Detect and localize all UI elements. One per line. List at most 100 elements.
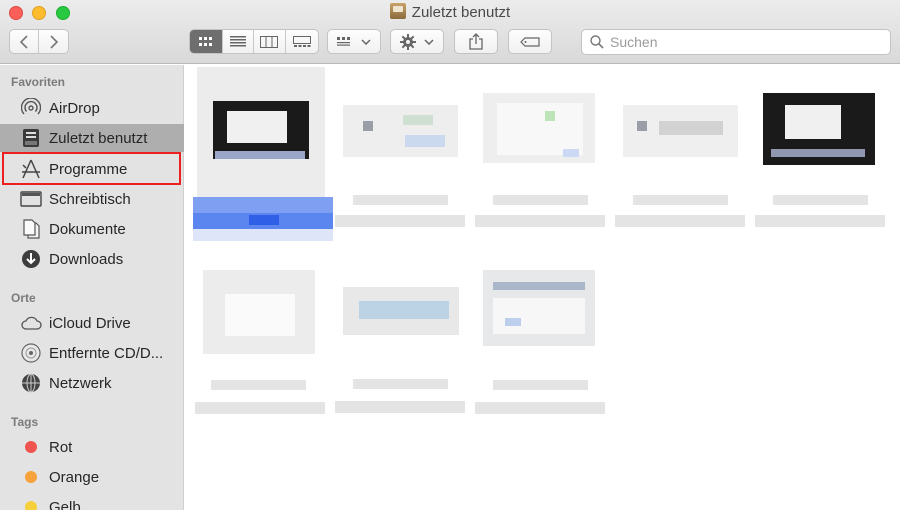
file-item[interactable] <box>475 93 605 245</box>
sidebar-item-label: Rot <box>49 438 73 456</box>
list-view-icon <box>229 36 246 47</box>
file-item[interactable] <box>335 287 465 421</box>
file-name-label <box>633 195 728 205</box>
file-thumbnail-preview <box>637 121 647 131</box>
navigation-group <box>9 29 69 54</box>
column-view-icon <box>260 35 279 48</box>
titlebar: Zuletzt benutzt <box>0 0 900 64</box>
sidebar-item-documents[interactable]: Dokumente <box>0 215 184 243</box>
document-icon <box>20 218 42 240</box>
icon-view-icon <box>198 36 212 46</box>
section-title-locations: Orte <box>11 291 36 305</box>
network-icon <box>20 372 42 394</box>
forward-button[interactable] <box>39 30 68 53</box>
file-item[interactable] <box>195 270 325 420</box>
file-date-label <box>335 215 465 227</box>
file-name-label <box>211 380 306 390</box>
tag-button[interactable] <box>508 29 552 54</box>
sidebar-item-recents[interactable]: Zuletzt benutzt <box>0 124 184 152</box>
file-date-label <box>615 215 745 227</box>
sidebar-item-downloads[interactable]: Downloads <box>0 245 184 273</box>
sidebar-item-label: Dokumente <box>49 220 126 238</box>
download-icon <box>20 248 42 270</box>
sidebar-item-icloud-drive[interactable]: iCloud Drive <box>0 309 184 337</box>
file-thumbnail-preview <box>659 121 723 135</box>
list-view-button[interactable] <box>223 30 255 53</box>
file-item[interactable] <box>755 93 885 245</box>
icon-view-button[interactable] <box>190 30 223 53</box>
section-title-tags: Tags <box>11 415 39 429</box>
file-name-label <box>353 379 448 389</box>
share-button[interactable] <box>454 29 498 54</box>
gear-icon <box>400 33 416 50</box>
chevron-right-icon <box>49 34 58 49</box>
sidebar-item-tag-yellow[interactable]: Gelb <box>0 493 184 510</box>
view-mode-group <box>189 29 319 54</box>
sidebar-item-network[interactable]: Netzwerk <box>0 369 184 397</box>
group-by-icon <box>337 36 350 46</box>
cloud-icon <box>20 312 42 334</box>
sidebar-item-remote-disc[interactable]: Entfernte CD/D... <box>0 339 184 367</box>
search-icon <box>590 35 604 49</box>
chevron-down-icon <box>361 38 371 45</box>
file-name-label <box>493 195 588 205</box>
file-date-label <box>475 215 605 227</box>
sidebar-item-label: iCloud Drive <box>49 314 131 332</box>
recents-icon <box>389 3 406 19</box>
file-thumbnail-preview <box>359 301 449 319</box>
share-icon <box>469 33 483 50</box>
search-input[interactable] <box>610 34 880 50</box>
sidebar-item-desktop[interactable]: Schreibtisch <box>0 185 184 213</box>
file-thumbnail-preview <box>215 151 305 159</box>
window-title-bar: Zuletzt benutzt <box>0 3 900 21</box>
file-item[interactable] <box>335 95 465 245</box>
chevron-down-icon <box>424 38 434 45</box>
file-item[interactable] <box>615 95 745 245</box>
file-thumbnail-preview <box>405 135 445 147</box>
file-thumbnail-preview <box>225 294 295 336</box>
file-item[interactable] <box>193 67 333 243</box>
back-button[interactable] <box>10 30 40 53</box>
sidebar-item-label: Orange <box>49 468 100 486</box>
file-thumbnail-preview <box>363 121 373 131</box>
group-by-button[interactable] <box>327 29 381 54</box>
file-date-label <box>195 402 325 414</box>
airdrop-icon <box>20 97 42 119</box>
file-thumbnail-preview <box>403 115 433 125</box>
file-item[interactable] <box>475 270 605 420</box>
file-thumbnail-preview <box>545 111 555 121</box>
tag-icon <box>520 36 540 47</box>
search-field[interactable] <box>581 29 891 55</box>
tag-dot-icon <box>20 496 42 510</box>
window-title: Zuletzt benutzt <box>411 4 511 21</box>
file-thumbnail-preview <box>227 111 287 143</box>
chevron-left-icon <box>19 34 28 49</box>
desktop-icon <box>20 188 42 210</box>
file-thumbnail-preview <box>785 105 841 139</box>
sidebar-item-label: Schreibtisch <box>49 190 131 208</box>
action-button[interactable] <box>390 29 444 54</box>
section-title-favorites: Favoriten <box>11 75 66 89</box>
file-name-label <box>193 197 333 213</box>
gallery-view-icon <box>292 35 311 47</box>
column-view-button[interactable] <box>254 30 286 53</box>
file-thumbnail-preview <box>771 149 865 157</box>
sidebar-item-label: Zuletzt benutzt <box>49 129 148 147</box>
sidebar-item-airdrop[interactable]: AirDrop <box>0 94 184 122</box>
tag-dot-icon <box>20 436 42 458</box>
file-thumbnail-preview <box>493 298 585 334</box>
gallery-view-button[interactable] <box>286 30 318 53</box>
sidebar-item-label: Netzwerk <box>49 374 112 392</box>
file-thumbnail-preview <box>563 149 579 157</box>
file-thumbnail-preview <box>497 103 583 155</box>
file-name-label <box>193 229 333 241</box>
file-thumbnail-preview <box>493 282 585 290</box>
recents-icon <box>20 127 42 149</box>
sidebar-item-label: AirDrop <box>49 99 100 117</box>
sidebar-item-tag-red[interactable]: Rot <box>0 433 184 461</box>
file-date-label <box>755 215 885 227</box>
tag-dot-icon <box>20 466 42 488</box>
sidebar-item-tag-orange[interactable]: Orange <box>0 463 184 491</box>
file-thumbnail-preview <box>505 318 521 326</box>
finder-window: Zuletzt benutzt Suchen Favoriten AirDrop… <box>0 0 900 510</box>
